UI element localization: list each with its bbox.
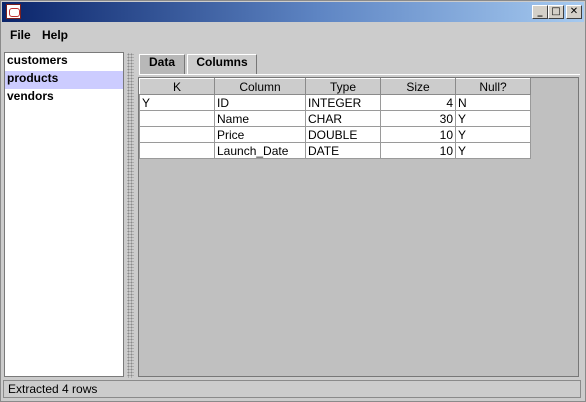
tab-baseline [139, 74, 580, 75]
list-item-products[interactable]: products [5, 71, 123, 89]
tab-columns[interactable]: Columns [187, 54, 257, 75]
cell-null[interactable]: Y [455, 142, 531, 159]
cell-type[interactable]: INTEGER [305, 94, 381, 111]
cell-type[interactable]: DOUBLE [305, 126, 381, 143]
list-item-vendors[interactable]: vendors [5, 89, 123, 107]
table-list: customers products vendors [4, 52, 124, 377]
cell-key[interactable] [139, 110, 215, 127]
table-header-row: K Column Type Size Null? [139, 78, 531, 95]
app-window: _ □ ✕ File Help customers products vendo… [0, 0, 586, 402]
table-row[interactable]: Launch_Date DATE 10 Y [139, 142, 531, 159]
minimize-button[interactable]: _ [532, 5, 548, 19]
cell-size[interactable]: 4 [380, 94, 456, 111]
java-app-icon [6, 4, 21, 19]
status-text: Extracted 4 rows [8, 382, 98, 396]
cell-key[interactable]: Y [139, 94, 215, 111]
cell-column[interactable]: Price [214, 126, 306, 143]
cell-column[interactable]: Name [214, 110, 306, 127]
table-row[interactable]: Name CHAR 30 Y [139, 110, 531, 127]
cell-size[interactable]: 10 [380, 126, 456, 143]
header-column[interactable]: Column [214, 78, 306, 95]
table-row[interactable]: Price DOUBLE 10 Y [139, 126, 531, 143]
table-row[interactable]: Y ID INTEGER 4 N [139, 94, 531, 111]
maximize-button[interactable]: □ [548, 5, 564, 19]
cell-null[interactable]: Y [455, 126, 531, 143]
cell-null[interactable]: Y [455, 110, 531, 127]
list-item-customers[interactable]: customers [5, 53, 123, 71]
tab-data[interactable]: Data [139, 54, 185, 74]
split-pane-divider[interactable] [127, 53, 134, 378]
cell-key[interactable] [139, 142, 215, 159]
menu-bar: File Help [2, 23, 584, 45]
header-size[interactable]: Size [380, 78, 456, 95]
title-bar[interactable]: _ □ ✕ [2, 2, 584, 22]
cell-size[interactable]: 10 [380, 142, 456, 159]
cell-type[interactable]: CHAR [305, 110, 381, 127]
cell-column[interactable]: Launch_Date [214, 142, 306, 159]
cell-column[interactable]: ID [214, 94, 306, 111]
cell-size[interactable]: 30 [380, 110, 456, 127]
header-type[interactable]: Type [305, 78, 381, 95]
columns-table-viewport: K Column Type Size Null? Y ID INTEGER 4 … [138, 77, 579, 377]
close-button[interactable]: ✕ [566, 5, 582, 19]
menu-help[interactable]: Help [42, 28, 68, 42]
status-bar: Extracted 4 rows [3, 380, 581, 398]
header-null[interactable]: Null? [455, 78, 531, 95]
cell-key[interactable] [139, 126, 215, 143]
cell-type[interactable]: DATE [305, 142, 381, 159]
header-k[interactable]: K [139, 78, 215, 95]
cell-null[interactable]: N [455, 94, 531, 111]
columns-table: K Column Type Size Null? Y ID INTEGER 4 … [139, 78, 531, 159]
menu-file[interactable]: File [10, 28, 31, 42]
